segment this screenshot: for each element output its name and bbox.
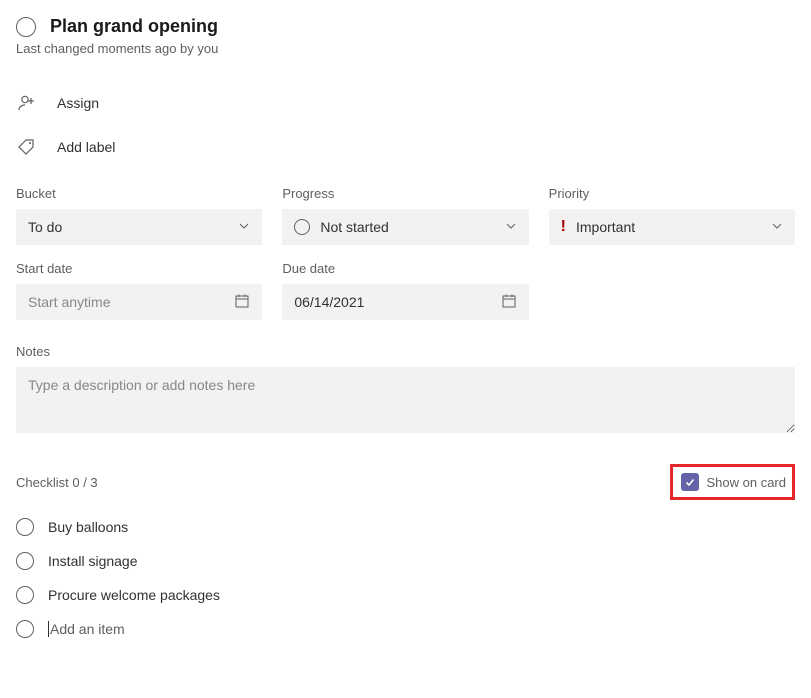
calendar-icon	[234, 293, 250, 312]
assign-button[interactable]: Assign	[16, 92, 795, 114]
checklist-item-circle[interactable]	[16, 518, 34, 536]
calendar-icon	[501, 293, 517, 312]
start-date-placeholder: Start anytime	[28, 294, 234, 310]
due-date-input[interactable]: 06/14/2021	[282, 284, 528, 320]
progress-field: Progress Not started	[282, 186, 528, 245]
bucket-dropdown[interactable]: To do	[16, 209, 262, 245]
checklist-add-placeholder: Add an item	[48, 621, 125, 637]
notes-label: Notes	[16, 344, 795, 359]
checklist-item-circle[interactable]	[16, 586, 34, 604]
show-on-card-toggle[interactable]: Show on card	[670, 464, 796, 500]
tag-icon	[16, 136, 38, 158]
start-date-label: Start date	[16, 261, 262, 276]
dates-grid: Start date Start anytime Due date 06/14/…	[16, 261, 795, 320]
task-title[interactable]: Plan grand opening	[50, 16, 218, 37]
due-date-field: Due date 06/14/2021	[282, 261, 528, 320]
priority-important-icon: !	[561, 218, 566, 236]
progress-dropdown[interactable]: Not started	[282, 209, 528, 245]
bucket-label: Bucket	[16, 186, 262, 201]
start-date-input[interactable]: Start anytime	[16, 284, 262, 320]
checklist-header: Checklist 0 / 3 Show on card	[16, 464, 795, 500]
due-date-value: 06/14/2021	[294, 294, 500, 310]
checklist-item[interactable]: Install signage	[16, 552, 795, 570]
task-header: Plan grand opening	[16, 16, 795, 37]
checklist-item-text: Install signage	[48, 553, 138, 569]
checklist-add-item[interactable]: Add an item	[16, 620, 795, 638]
chevron-down-icon	[238, 219, 250, 235]
checklist-item-circle[interactable]	[16, 620, 34, 638]
due-date-label: Due date	[282, 261, 528, 276]
priority-dropdown[interactable]: ! Important	[549, 209, 795, 245]
add-label-button[interactable]: Add label	[16, 136, 795, 158]
priority-field: Priority ! Important	[549, 186, 795, 245]
notes-section: Notes	[16, 344, 795, 436]
priority-value: Important	[576, 219, 771, 235]
checklist-item-text: Buy balloons	[48, 519, 128, 535]
progress-circle-icon	[294, 219, 310, 235]
checklist-item[interactable]: Procure welcome packages	[16, 586, 795, 604]
last-changed-text: Last changed moments ago by you	[16, 41, 795, 56]
assign-label: Assign	[57, 95, 99, 111]
chevron-down-icon	[771, 219, 783, 235]
checklist-item[interactable]: Buy balloons	[16, 518, 795, 536]
progress-label: Progress	[282, 186, 528, 201]
bucket-value: To do	[28, 219, 238, 235]
fields-grid: Bucket To do Progress Not started Priori…	[16, 186, 795, 245]
bucket-field: Bucket To do	[16, 186, 262, 245]
chevron-down-icon	[505, 219, 517, 235]
checkbox-checked-icon	[681, 473, 699, 491]
checklist-item-circle[interactable]	[16, 552, 34, 570]
checklist-item-text: Procure welcome packages	[48, 587, 220, 603]
add-label-text: Add label	[57, 139, 115, 155]
start-date-field: Start date Start anytime	[16, 261, 262, 320]
priority-label: Priority	[549, 186, 795, 201]
assign-icon	[16, 92, 38, 114]
progress-value: Not started	[320, 219, 504, 235]
checklist-title: Checklist 0 / 3	[16, 475, 98, 490]
show-on-card-label: Show on card	[707, 475, 787, 490]
task-complete-circle[interactable]	[16, 17, 36, 37]
notes-textarea[interactable]	[16, 367, 795, 433]
